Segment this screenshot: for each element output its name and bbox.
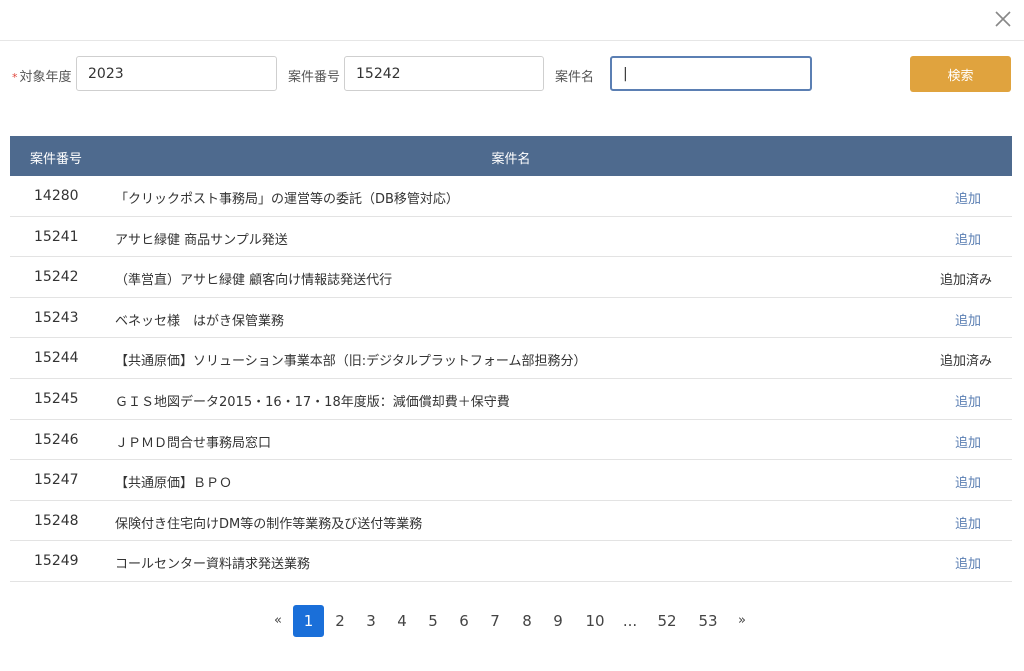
search-button[interactable]: 検索 bbox=[910, 56, 1011, 92]
number-input[interactable] bbox=[344, 56, 544, 91]
table-row: 15248 保険付き住宅向けDM等の制作等業務及び送付等業務 追加 bbox=[10, 501, 1012, 542]
table-header: 案件番号 案件名 bbox=[10, 136, 1012, 176]
table-row: 15247 【共通原価】ＢＰＯ 追加 bbox=[10, 460, 1012, 501]
added-label: 追加済み bbox=[939, 354, 992, 370]
page-9[interactable]: 9 bbox=[548, 605, 568, 637]
add-button[interactable]: 追加 bbox=[942, 513, 994, 532]
required-mark: * bbox=[12, 71, 18, 84]
table-row: 15243 ベネッセ様 はがき保管業務 追加 bbox=[10, 298, 1012, 339]
add-button[interactable]: 追加 bbox=[942, 391, 994, 410]
row-number: 15248 bbox=[34, 512, 79, 529]
project-table: 案件番号 案件名 14280 「クリックポスト事務局」の運営等の委託（DB移管対応… bbox=[10, 136, 1012, 582]
page-5[interactable]: 5 bbox=[423, 605, 443, 637]
page-3[interactable]: 3 bbox=[361, 605, 381, 637]
next-page-button[interactable]: » bbox=[734, 605, 750, 637]
row-name: 「クリックポスト事務局」の運営等の委託（DB移管対応） bbox=[115, 192, 459, 207]
row-number: 15249 bbox=[34, 553, 79, 570]
page-53[interactable]: 53 bbox=[695, 605, 721, 637]
row-name: 【共通原価】ＢＰＯ bbox=[115, 476, 233, 492]
table-row: 15245 ＧＩＳ地図データ2015・16・17・18年度版：減価償却費＋保守費 追… bbox=[10, 379, 1012, 420]
pagination: « 1 2 3 4 5 6 7 8 9 10 ... 52 53 » bbox=[0, 605, 1024, 637]
added-label: 追加済み bbox=[939, 273, 992, 289]
table-row: 15244 【共通原価】ソリューション事業本部（旧:デジタルプラットフォーム部担務… bbox=[10, 338, 1012, 379]
row-name: ベネッセ様 はがき保管業務 bbox=[115, 313, 285, 329]
page-6[interactable]: 6 bbox=[454, 605, 474, 637]
table-row: 15241 アサヒ緑健 商品サンプル発送 追加 bbox=[10, 217, 1012, 258]
page-52[interactable]: 52 bbox=[654, 605, 680, 637]
table-row: 15246 ＪＰＭＤ問合せ事務局窓口 追加 bbox=[10, 420, 1012, 461]
row-number: 15247 bbox=[34, 472, 79, 489]
row-name: 保険付き住宅向けDM等の制作等業務及び送付等業務 bbox=[115, 516, 423, 532]
page-7[interactable]: 7 bbox=[485, 605, 505, 637]
table-body: 14280 「クリックポスト事務局」の運営等の委託（DB移管対応） 追加 15241 ア… bbox=[10, 176, 1012, 582]
name-input[interactable] bbox=[610, 56, 812, 91]
page-ellipsis: ... bbox=[622, 612, 638, 630]
page-10[interactable]: 10 bbox=[582, 605, 608, 637]
page-2[interactable]: 2 bbox=[330, 605, 350, 637]
dialog-header bbox=[0, 0, 1024, 41]
year-label: * 対象年度 bbox=[12, 70, 72, 85]
row-number: 14280 bbox=[34, 188, 79, 204]
add-button[interactable]: 追加 bbox=[942, 472, 994, 491]
row-name: 【共通原価】ソリューション事業本部（旧:デジタルプラットフォーム部担務分） bbox=[115, 354, 587, 370]
name-label: 案件名 bbox=[555, 70, 595, 85]
row-number: 15241 bbox=[34, 228, 79, 245]
row-name: ＧＩＳ地図データ2015・16・17・18年度版：減価償却費＋保守費 bbox=[115, 394, 510, 410]
number-label: 案件番号 bbox=[288, 70, 341, 85]
table-row: 14280 「クリックポスト事務局」の運営等の委託（DB移管対応） 追加 bbox=[10, 176, 1012, 217]
add-button[interactable]: 追加 bbox=[942, 310, 994, 329]
prev-page-button[interactable]: « bbox=[270, 605, 286, 637]
table-row: 15249 コールセンター資料請求発送業務 追加 bbox=[10, 541, 1012, 582]
row-number: 15244 bbox=[34, 350, 79, 367]
row-name: ＪＰＭＤ問合せ事務局窓口 bbox=[115, 435, 272, 451]
column-name: 案件名 bbox=[491, 152, 531, 167]
add-button[interactable]: 追加 bbox=[942, 188, 994, 207]
add-button[interactable]: 追加 bbox=[942, 432, 994, 451]
year-input[interactable] bbox=[76, 56, 277, 91]
row-name: （準営直）アサヒ緑健 顧客向け情報誌発送代行 bbox=[115, 273, 393, 289]
row-name: アサヒ緑健 商品サンプル発送 bbox=[115, 232, 288, 248]
row-number: 15245 bbox=[34, 390, 79, 407]
page-8[interactable]: 8 bbox=[517, 605, 537, 637]
add-button[interactable]: 追加 bbox=[942, 229, 994, 248]
table-row: 15242 （準営直）アサヒ緑健 顧客向け情報誌発送代行 追加済み bbox=[10, 257, 1012, 298]
row-number: 15243 bbox=[34, 309, 79, 326]
row-name: コールセンター資料請求発送業務 bbox=[115, 557, 311, 573]
close-icon[interactable] bbox=[992, 8, 1014, 30]
search-form: *対象年度 案件番号 案件名 検索 bbox=[0, 56, 1024, 92]
page-4[interactable]: 4 bbox=[392, 605, 412, 637]
page-1[interactable]: 1 bbox=[293, 605, 324, 637]
add-button[interactable]: 追加 bbox=[942, 553, 994, 572]
row-number: 15242 bbox=[34, 269, 79, 286]
row-number: 15246 bbox=[34, 431, 79, 448]
